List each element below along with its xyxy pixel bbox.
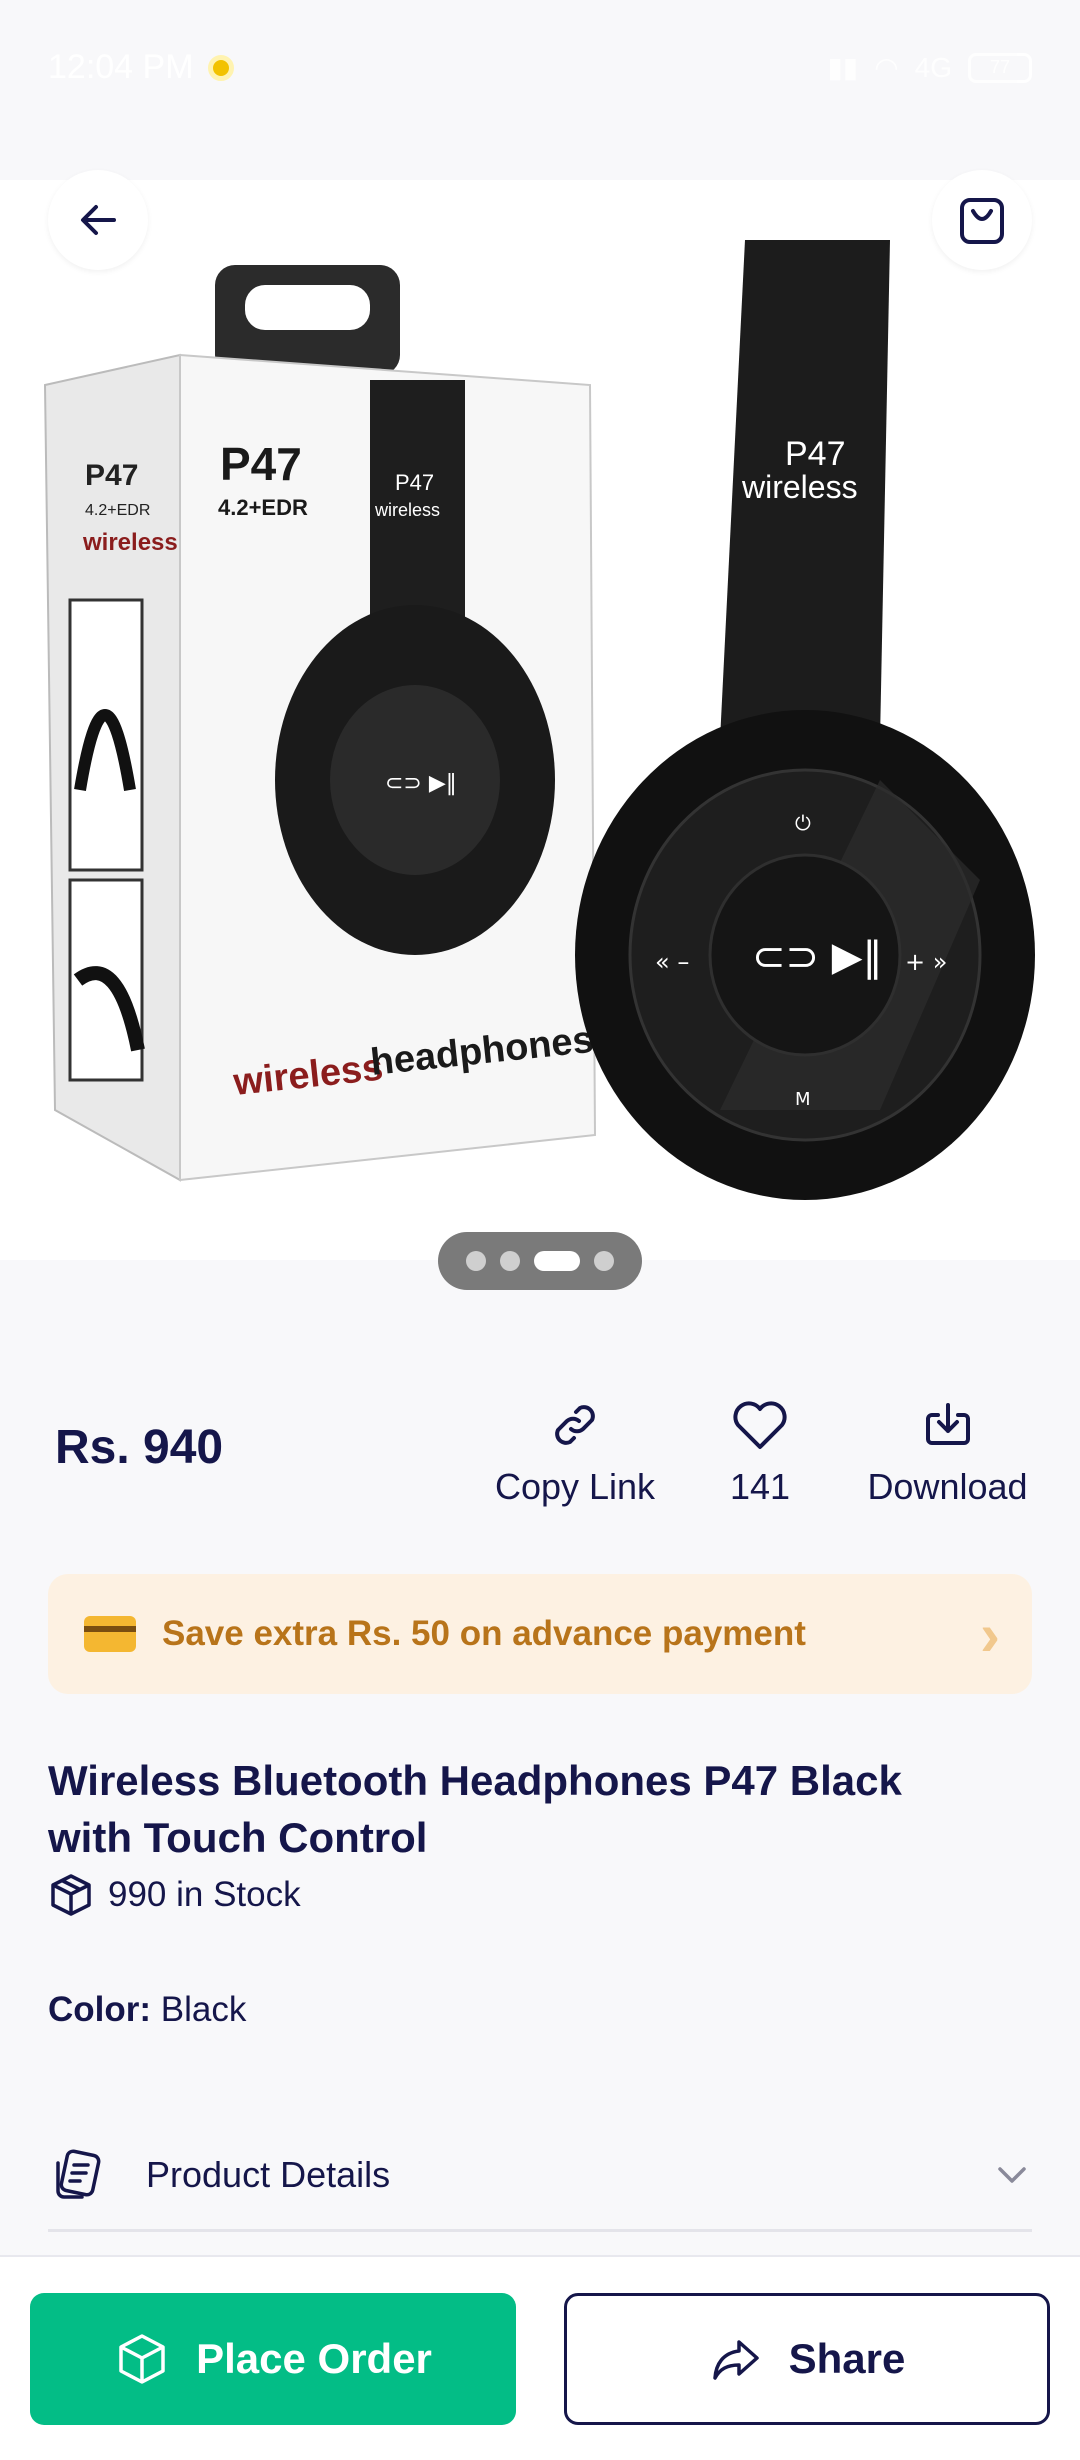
svg-text:⊂⊃ ▶‖: ⊂⊃ ▶‖ xyxy=(385,771,457,796)
carousel-dot[interactable] xyxy=(466,1251,486,1271)
svg-text:+ »: + » xyxy=(905,948,947,976)
share-button[interactable]: Share xyxy=(564,2293,1050,2425)
product-details-label: Product Details xyxy=(146,2153,391,2195)
download-button[interactable]: Download xyxy=(850,1390,1045,1508)
battery-icon: 77 xyxy=(968,52,1032,83)
chevron-down-icon xyxy=(998,2166,1026,2183)
product-price: Rs. 940 xyxy=(55,1421,224,1474)
product-image-illustration: P47 4.2+EDR wireless P47 4.2+EDR P47 wir… xyxy=(0,180,1080,1260)
box-icon xyxy=(51,1874,91,1916)
link-icon xyxy=(555,1405,595,1445)
svg-text:« –: « – xyxy=(655,948,689,976)
product-title: Wireless Bluetooth Headphones P47 Black … xyxy=(48,1757,902,1861)
document-icon xyxy=(56,2148,101,2199)
color-row: Color: Black xyxy=(48,1990,246,2030)
copy-link-label: Copy Link xyxy=(494,1466,656,1507)
notification-dot-icon xyxy=(207,54,234,81)
box-front-model: P47 xyxy=(220,438,302,490)
svg-text:⏻: ⏻ xyxy=(795,811,811,835)
product-details-toggle[interactable]: Product Details xyxy=(48,2120,1032,2232)
carousel-dot[interactable] xyxy=(500,1251,520,1271)
wifi-icon: ◠ xyxy=(874,52,899,83)
stock-text: 990 in Stock xyxy=(108,1875,301,1914)
arrow-left-icon xyxy=(81,205,116,235)
carousel-dot-active[interactable] xyxy=(534,1251,580,1271)
image-carousel-indicator[interactable] xyxy=(438,1232,642,1290)
color-value: Black xyxy=(160,1990,247,2029)
box-headband-word: wireless xyxy=(374,500,440,520)
promo-text: Save extra Rs. 50 on advance payment xyxy=(162,1614,806,1653)
chevron-right-icon: › xyxy=(980,1600,1000,1668)
box-side-word: wireless xyxy=(82,529,178,556)
box-headband-model: P47 xyxy=(395,470,434,495)
share-label: Share xyxy=(788,2335,906,2382)
status-right: ▮▮ ◠ 4G 77 xyxy=(827,51,1032,84)
carousel-dot[interactable] xyxy=(594,1251,614,1271)
status-bar: 12:04 PM ▮▮ ◠ 4G 77 xyxy=(0,0,1080,135)
svg-text:⊂⊃ ▶‖: ⊂⊃ ▶‖ xyxy=(752,934,883,980)
battery-level: 77 xyxy=(989,57,1011,77)
svg-text:M: M xyxy=(795,1089,811,1110)
download-icon xyxy=(925,1403,970,1445)
signal-icon: ▮▮ xyxy=(827,52,859,83)
box-side-model: P47 xyxy=(85,459,138,492)
box-front-spec: 4.2+EDR xyxy=(218,495,308,520)
package-icon xyxy=(119,2334,165,2384)
share-arrow-icon xyxy=(712,2340,759,2380)
headband-model: P47 xyxy=(785,435,846,473)
heart-icon xyxy=(733,1401,787,1449)
cart-button[interactable] xyxy=(932,170,1032,270)
product-image[interactable]: P47 4.2+EDR wireless P47 4.2+EDR P47 wir… xyxy=(0,180,1080,1260)
place-order-button[interactable]: Place Order xyxy=(30,2293,516,2425)
status-left: 12:04 PM xyxy=(48,48,234,87)
stock-info: 990 in Stock xyxy=(48,1872,301,1918)
headband-word: wireless xyxy=(741,469,858,505)
credit-card-icon xyxy=(84,1616,136,1652)
like-count: 141 xyxy=(729,1466,791,1507)
box-side-spec: 4.2+EDR xyxy=(85,502,150,519)
copy-link-button[interactable]: Copy Link xyxy=(490,1390,660,1508)
place-order-label: Place Order xyxy=(196,2335,432,2382)
download-label: Download xyxy=(867,1466,1028,1507)
back-button[interactable] xyxy=(48,170,148,270)
like-button[interactable]: 141 xyxy=(700,1390,820,1508)
color-label: Color: xyxy=(48,1990,152,2029)
status-time: 12:04 PM xyxy=(48,48,194,86)
network-label: 4G xyxy=(914,51,952,83)
shopping-bag-icon xyxy=(960,198,1004,244)
advance-payment-promo[interactable]: Save extra Rs. 50 on advance payment › xyxy=(48,1574,1032,1694)
